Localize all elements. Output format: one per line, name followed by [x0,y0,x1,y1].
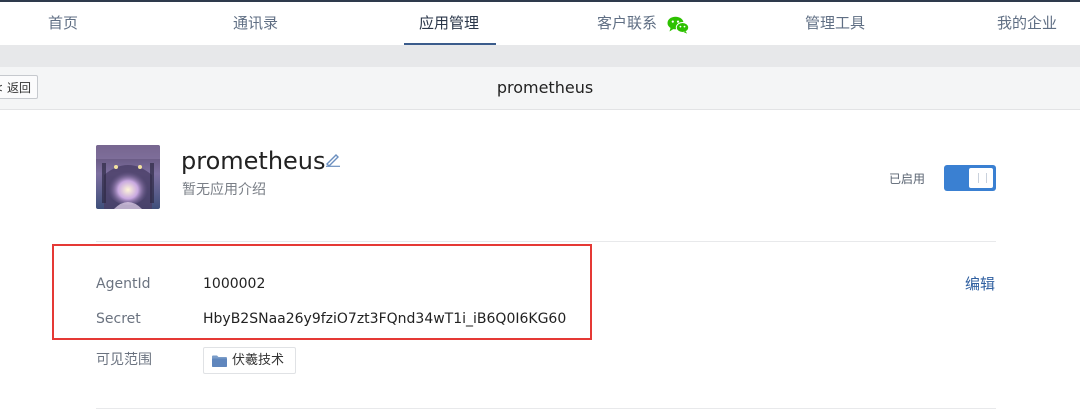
top-nav: 首页 通讯录 应用管理 客户联系 管理工具 我的企业 [0,2,1080,46]
folder-icon [212,355,227,367]
department-tag[interactable]: 伏羲技术 [203,347,296,374]
bottom-divider [96,408,996,409]
visible-scope-label: 可见范围 [96,352,152,368]
nav-item-contacts[interactable]: 通讯录 [233,2,278,45]
nav-item-app-management[interactable]: 应用管理 [419,2,479,45]
header-band [0,45,1080,67]
page-title-bar: < 返回 prometheus [0,67,1080,110]
secret-value: HbyB2SNaa26y9fziO7zt3FQnd34wT1i_iB6Q0I6K… [203,311,567,327]
nav-item-customer-contact[interactable]: 客户联系 [597,2,657,45]
app-logo [96,145,160,209]
agentid-label: AgentId [96,276,151,292]
edit-link[interactable]: 编辑 [965,274,995,294]
department-name: 伏羲技术 [232,353,285,368]
pencil-icon[interactable] [325,153,341,167]
page-title: prometheus [496,78,594,97]
secret-label: Secret [96,311,141,327]
wechat-icon [667,16,689,34]
app-name: prometheus [181,147,326,175]
app-status-label: 已启用 [889,172,926,186]
app-description: 暂无应用介绍 [182,182,266,198]
toggle-grip-icon [978,173,987,183]
toggle-knob [969,168,993,188]
nav-item-my-enterprise[interactable]: 我的企业 [997,2,1057,45]
enable-toggle[interactable] [944,165,996,191]
nav-item-admin-tools[interactable]: 管理工具 [805,2,865,45]
section-divider [96,241,996,242]
agentid-value: 1000002 [203,276,266,292]
nav-item-home[interactable]: 首页 [48,2,78,45]
